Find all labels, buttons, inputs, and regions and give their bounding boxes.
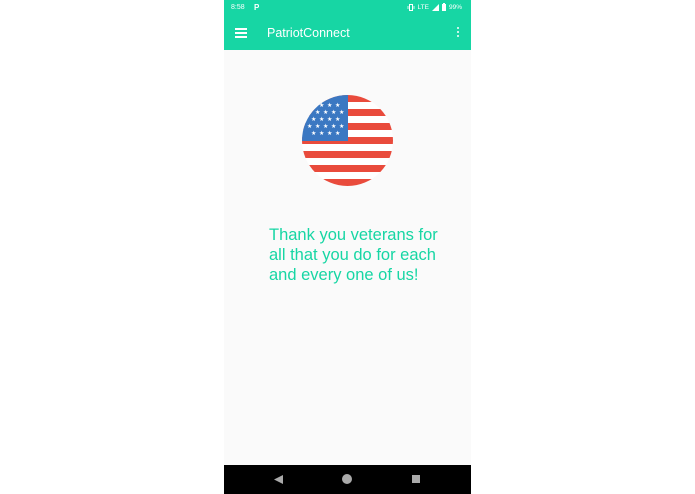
notification-icon: P [254,3,260,12]
status-time: 8:58 [231,4,245,11]
battery-level: 99% [448,3,462,11]
svg-text:★: ★ [307,109,312,116]
recents-square-icon[interactable] [412,475,420,483]
hamburger-menu-icon[interactable] [235,28,247,38]
status-bar: 8:58 P LTE 99% [224,0,471,17]
svg-text:★: ★ [335,102,340,109]
svg-text:★: ★ [327,130,332,137]
network-type: LTE [417,3,429,11]
app-bar: PatriotConnect [224,17,471,50]
svg-text:★: ★ [331,109,336,116]
more-vert-icon[interactable] [455,27,461,41]
svg-text:★: ★ [311,130,316,137]
phone-screen: 8:58 P LTE 99% PatriotConnect ★ ★ ★ ★ ★ … [224,0,471,494]
svg-text:★: ★ [331,123,336,130]
american-flag-image: ★ ★ ★ ★ ★ ★ ★ ★ ★ ★ ★ ★ ★ ★ ★ ★ ★ ★ ★ ★ ★ ★ [302,95,393,186]
svg-text:★: ★ [311,102,316,109]
svg-text:★: ★ [315,123,320,130]
svg-text:★: ★ [323,123,328,130]
svg-text:★: ★ [315,109,320,116]
thank-you-message: Thank you veterans for all that you do f… [269,226,438,284]
svg-text:★: ★ [339,109,344,116]
status-indicators: LTE 99% [407,3,462,11]
svg-text:★: ★ [339,123,344,130]
svg-text:★: ★ [319,116,324,123]
navigation-bar [224,465,471,494]
battery-icon [441,3,446,11]
app-title: PatriotConnect [267,26,350,40]
svg-text:★: ★ [311,116,316,123]
vibrate-icon [407,3,414,11]
svg-text:★: ★ [335,130,340,137]
svg-text:★: ★ [327,102,332,109]
svg-text:★: ★ [319,130,324,137]
back-triangle-icon[interactable] [274,475,283,484]
home-circle-icon[interactable] [342,474,352,484]
svg-text:★: ★ [307,123,312,130]
svg-text:★: ★ [319,102,324,109]
svg-text:★: ★ [327,116,332,123]
signal-icon [431,3,439,11]
svg-text:★: ★ [323,109,328,116]
svg-text:★: ★ [335,116,340,123]
